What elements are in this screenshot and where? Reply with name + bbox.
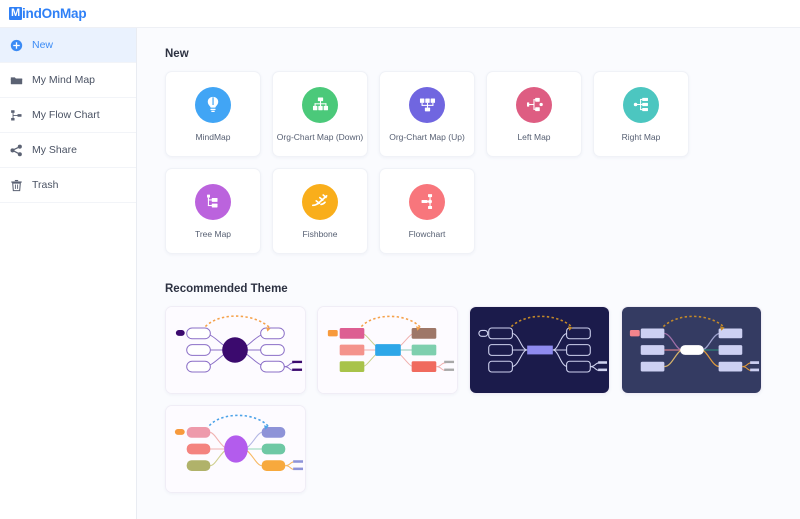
template-card-tree-map[interactable]: Tree Map (165, 168, 261, 254)
template-card-flowchart[interactable]: Flowchart (379, 168, 475, 254)
flowchart-icon (9, 108, 23, 122)
share-icon (9, 143, 23, 157)
sidebar-item-label: My Flow Chart (32, 109, 100, 121)
theme-section-title: Recommended Theme (165, 283, 288, 295)
sidebar-item-new[interactable]: New (0, 28, 136, 63)
sidebar: New My Mind Map My Flow Chart My Share T… (0, 28, 137, 519)
flowchart-round-icon (409, 183, 445, 220)
theme-card-light-multicolor[interactable] (317, 306, 458, 394)
sidebar-item-my-share[interactable]: My Share (0, 133, 136, 168)
template-label: Org-Chart Map (Down) (276, 131, 364, 142)
template-card-mindmap[interactable]: MindMap (165, 71, 261, 157)
template-card-org-chart-up[interactable]: Org-Chart Map (Up) (379, 71, 475, 157)
org-chart-down-icon (302, 86, 338, 123)
sidebar-item-label: Trash (32, 179, 59, 191)
left-map-icon (516, 86, 552, 123)
tree-map-icon (195, 183, 231, 220)
sidebar-item-trash[interactable]: Trash (0, 168, 136, 203)
new-section-title: New (165, 48, 189, 60)
sidebar-item-my-mind-map[interactable]: My Mind Map (0, 63, 136, 98)
top-bar: MindOnMap (0, 0, 800, 28)
theme-card-dark-navy[interactable] (469, 306, 610, 394)
template-label: Right Map (621, 131, 661, 142)
template-card-org-chart-down[interactable]: Org-Chart Map (Down) (272, 71, 368, 157)
template-label: Flowchart (408, 228, 446, 239)
sidebar-item-label: New (32, 39, 54, 51)
template-label: Left Map (517, 131, 551, 142)
fishbone-icon (302, 183, 338, 220)
lightbulb-icon (195, 86, 231, 123)
template-card-right-map[interactable]: Right Map (593, 71, 689, 157)
template-label: MindMap (195, 131, 231, 142)
main-content: New MindMap Org-Chart Map (Down) Org-Cha… (137, 28, 800, 519)
theme-grid (165, 306, 788, 493)
folder-icon (9, 73, 23, 87)
app-logo[interactable]: MindOnMap (9, 5, 87, 21)
sidebar-item-label: My Share (32, 144, 77, 156)
org-chart-up-icon (409, 86, 445, 123)
body-split: New My Mind Map My Flow Chart My Share T… (0, 28, 800, 519)
template-label: Org-Chart Map (Up) (389, 131, 465, 142)
right-map-icon (623, 86, 659, 123)
template-label: Fishbone (302, 228, 338, 239)
trash-icon (9, 178, 23, 192)
template-label: Tree Map (194, 228, 232, 239)
sidebar-item-my-flow-chart[interactable]: My Flow Chart (0, 98, 136, 133)
template-card-fishbone[interactable]: Fishbone (272, 168, 368, 254)
sidebar-item-label: My Mind Map (32, 74, 96, 86)
template-card-left-map[interactable]: Left Map (486, 71, 582, 157)
logo-text: indOnMap (22, 5, 87, 21)
template-grid: MindMap Org-Chart Map (Down) Org-Chart M… (165, 71, 788, 254)
theme-card-dark-slate[interactable] (621, 306, 762, 394)
app-root: MindOnMap New My Mind Map My Flow Chart … (0, 0, 800, 519)
theme-card-light-pastel[interactable] (165, 405, 306, 493)
theme-card-light-purple[interactable] (165, 306, 306, 394)
logo-badge: M (9, 7, 22, 20)
plus-circle-icon (9, 38, 23, 52)
